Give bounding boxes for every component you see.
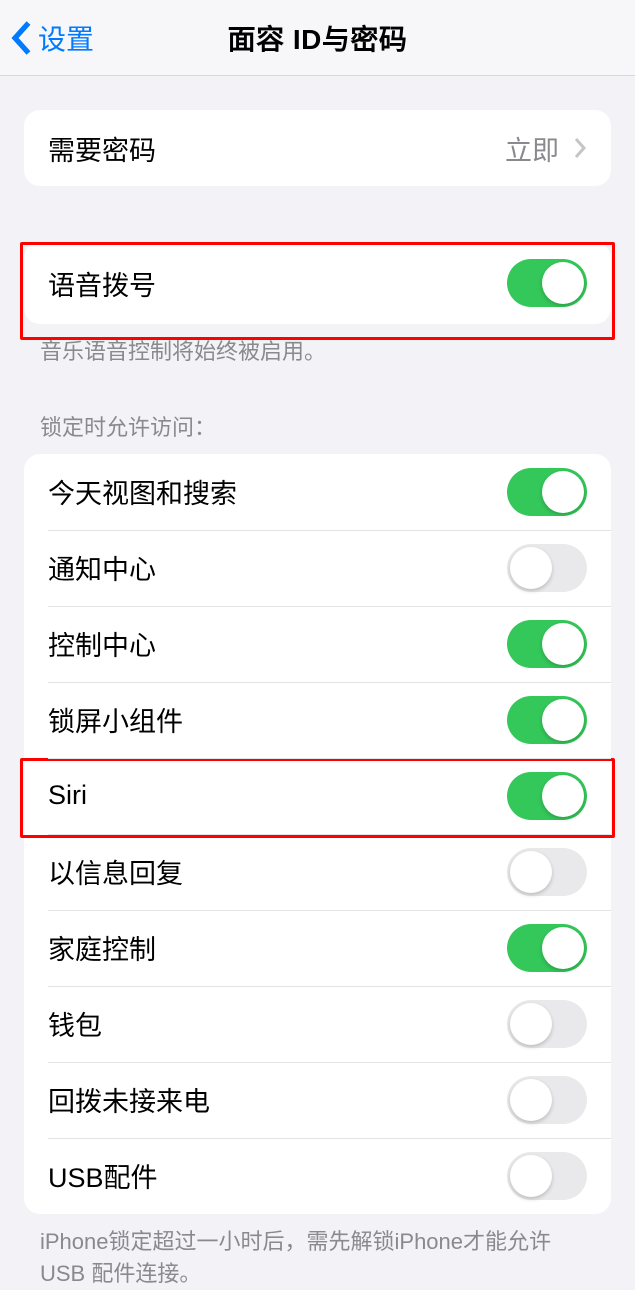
group-locked-access: 今天视图和搜索通知中心控制中心锁屏小组件 Siri 以信息回复家庭控制钱包回拨未接来… <box>24 454 611 1214</box>
toggle-locked-access-item[interactable] <box>507 772 587 820</box>
row-label: 以信息回复 <box>48 852 183 891</box>
row-locked-access-item: 控制中心 <box>24 606 611 682</box>
row-value: 立即 <box>505 129 559 168</box>
navigation-bar: 设置 面容 ID与密码 <box>0 0 635 76</box>
back-label: 设置 <box>38 18 94 58</box>
row-label: 家庭控制 <box>48 928 156 967</box>
toggle-locked-access-item[interactable] <box>507 544 587 592</box>
toggle-locked-access-item[interactable] <box>507 848 587 896</box>
row-locked-access-item: 钱包 <box>24 986 611 1062</box>
toggle-locked-access-item[interactable] <box>507 1152 587 1200</box>
row-locked-access-item: 回拨未接来电 <box>24 1062 611 1138</box>
row-locked-access-item: Siri <box>24 758 611 834</box>
row-label: Siri <box>48 780 87 811</box>
toggle-locked-access-item[interactable] <box>507 620 587 668</box>
toggle-locked-access-item[interactable] <box>507 696 587 744</box>
row-require-passcode[interactable]: 需要密码 立即 <box>24 110 611 186</box>
row-locked-access-item: 通知中心 <box>24 530 611 606</box>
section-header-locked-access: 锁定时允许访问： <box>0 410 635 454</box>
row-label: 回拨未接来电 <box>48 1080 210 1119</box>
row-locked-access-item: USB配件 <box>24 1138 611 1214</box>
row-locked-access-item: 家庭控制 <box>24 910 611 986</box>
toggle-locked-access-item[interactable] <box>507 924 587 972</box>
row-locked-access-item: 今天视图和搜索 <box>24 454 611 530</box>
row-locked-access-item: 以信息回复 <box>24 834 611 910</box>
group-voice-dial: 语音拨号 <box>24 242 611 324</box>
chevron-right-icon <box>573 136 587 160</box>
row-label: USB配件 <box>48 1156 158 1195</box>
row-label: 语音拨号 <box>48 264 156 303</box>
footer-locked-access: iPhone锁定超过一小时后，需先解锁iPhone才能允许USB 配件连接。 <box>0 1214 635 1290</box>
footer-voice-dial: 音乐语音控制将始终被启用。 <box>0 324 635 368</box>
toggle-locked-access-item[interactable] <box>507 1000 587 1048</box>
row-locked-access-item: 锁屏小组件 <box>24 682 611 758</box>
row-label: 锁屏小组件 <box>48 700 183 739</box>
chevron-left-icon <box>10 20 32 56</box>
row-label: 控制中心 <box>48 624 156 663</box>
group-require-passcode: 需要密码 立即 <box>24 110 611 186</box>
row-label: 需要密码 <box>48 129 156 168</box>
toggle-locked-access-item[interactable] <box>507 1076 587 1124</box>
row-value-wrap: 立即 <box>505 129 587 168</box>
toggle-locked-access-item[interactable] <box>507 468 587 516</box>
toggle-voice-dial[interactable] <box>507 259 587 307</box>
row-voice-dial: 语音拨号 <box>24 242 611 324</box>
back-button[interactable]: 设置 <box>10 18 94 58</box>
page-title: 面容 ID与密码 <box>228 18 408 58</box>
row-label: 钱包 <box>48 1004 102 1043</box>
row-label: 通知中心 <box>48 548 156 587</box>
row-label: 今天视图和搜索 <box>48 472 237 511</box>
